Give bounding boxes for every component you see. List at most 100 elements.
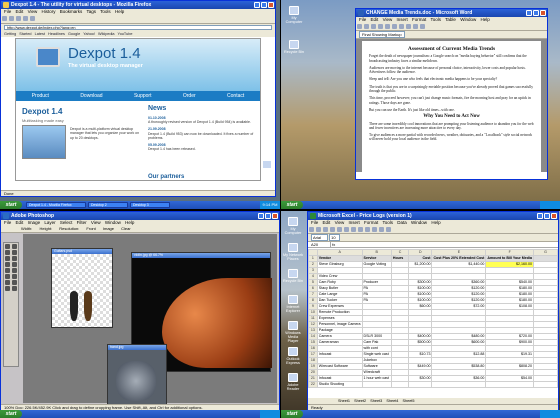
menu-item-file[interactable]: File (311, 220, 318, 225)
menu-item-format[interactable]: Format (412, 17, 426, 22)
sheet-tab[interactable]: Sheet5 (402, 399, 414, 403)
site-nav-support[interactable]: Support (134, 93, 152, 99)
move-tool-icon[interactable] (5, 244, 10, 249)
excel-titlebar[interactable]: Microsoft Excel - Price Logs (version 1) (308, 212, 558, 220)
desktop-icon[interactable]: My Network Places (282, 243, 304, 261)
menu-item-history[interactable]: History (42, 9, 56, 14)
menu-item-image[interactable]: Image (28, 220, 41, 225)
start-button[interactable]: start (281, 410, 303, 418)
maximize-button[interactable] (544, 213, 550, 219)
menu-item-view[interactable]: View (91, 220, 101, 225)
menu-item-view[interactable]: View (383, 17, 393, 22)
site-nav-order[interactable]: Order (183, 93, 196, 99)
desktop-icon[interactable]: Internet Explorer (282, 295, 304, 313)
menu-item-window[interactable]: Window (411, 220, 427, 225)
sheet-tab[interactable]: Sheet2 (354, 399, 366, 403)
type-tool-icon[interactable] (5, 280, 10, 285)
shape-tool-icon[interactable] (12, 280, 17, 285)
menu-item-filter[interactable]: Filter (77, 220, 87, 225)
document-tab[interactable]: hand.jpg (108, 345, 166, 350)
name-box[interactable]: A20 (311, 242, 331, 248)
menu-item-layer[interactable]: Layer (44, 220, 55, 225)
menu-item-select[interactable]: Select (60, 220, 73, 225)
magic-wand-icon[interactable] (12, 250, 17, 255)
menu-item-table[interactable]: Table (445, 17, 456, 22)
close-button[interactable] (268, 2, 274, 8)
dodge-tool-icon[interactable] (5, 274, 10, 279)
sheet-tab[interactable]: Sheet4 (386, 399, 398, 403)
menu-item-edit[interactable]: Edit (323, 220, 331, 225)
bookmark-link[interactable]: YouTube (118, 32, 133, 36)
cell[interactable]: Studio Shooting (316, 381, 363, 388)
menu-item-data[interactable]: Data (397, 220, 407, 225)
menu-item-edit[interactable]: Edit (371, 17, 379, 22)
cell[interactable]: Amount to Bill Your Media (485, 255, 534, 262)
pen-tool-icon[interactable] (12, 274, 17, 279)
close-button[interactable] (272, 213, 278, 219)
menu-item-tools[interactable]: Tools (382, 220, 393, 225)
photoshop-titlebar[interactable]: Adobe Photoshop (1, 212, 279, 220)
option-item[interactable]: Front Image (86, 226, 114, 231)
taskbar-button-desktop-2[interactable]: Desktop 2 (88, 202, 128, 208)
start-button[interactable]: start (281, 201, 303, 209)
bookmark-link[interactable]: Latest Headlines (35, 32, 65, 36)
font-size-select[interactable]: 10 (329, 234, 340, 241)
browser-titlebar[interactable]: Dexpot 1.4 - The utility for virtual des… (1, 1, 275, 9)
stop-icon[interactable] (23, 16, 28, 21)
menu-item-tools[interactable]: Tools (430, 17, 441, 22)
menu-item-tools[interactable]: Tools (100, 9, 111, 14)
start-button[interactable]: start (0, 410, 22, 418)
bookmark-link[interactable]: Getting Started (4, 32, 32, 36)
spreadsheet-grid[interactable]: A B C D E F G 1 Vendor Service Hours Cost Cost Plus … (308, 249, 559, 388)
menu-item-tags[interactable]: Tags (86, 9, 96, 14)
gradient-tool-icon[interactable] (12, 268, 17, 273)
row-header[interactable]: 22 (308, 381, 318, 388)
option-item[interactable]: Width: (21, 226, 32, 231)
brush-tool-icon[interactable] (5, 262, 10, 267)
menu-item-file[interactable]: File (4, 9, 11, 14)
document-hand[interactable]: hand.jpg (107, 344, 167, 406)
display-for-review-select[interactable]: Final Showing Markup (359, 31, 405, 38)
stamp-tool-icon[interactable] (12, 262, 17, 267)
desktop-icon[interactable]: My Computer (282, 217, 304, 235)
back-icon[interactable] (2, 16, 7, 21)
start-button[interactable]: start (0, 201, 22, 209)
menu-item-window[interactable]: Window (460, 17, 476, 22)
minimize-button[interactable] (258, 213, 264, 219)
menu-item-bookmarks[interactable]: Bookmarks (60, 9, 83, 14)
minimize-button[interactable] (537, 213, 543, 219)
cell[interactable] (431, 381, 487, 388)
menu-item-window[interactable]: Window (105, 220, 121, 225)
menu-item-file[interactable]: File (4, 220, 11, 225)
desktop-icon-recycle-bin[interactable]: Recycle Bin (283, 40, 305, 54)
bookmark-link[interactable]: Wikipedia (98, 32, 114, 36)
close-button[interactable] (551, 213, 557, 219)
cell[interactable] (532, 381, 559, 388)
maximize-button[interactable] (533, 10, 539, 16)
cell[interactable]: Personnel, image Camera (316, 321, 363, 328)
bookmark-link[interactable]: Yahoo! (83, 32, 95, 36)
option-item[interactable]: Clear (121, 226, 131, 231)
menu-item-view[interactable]: View (335, 220, 345, 225)
menu-item-help[interactable]: Help (431, 220, 440, 225)
cell[interactable]: 1 hour web cast (361, 375, 392, 382)
cell[interactable] (485, 381, 534, 388)
font-select[interactable]: Arial (311, 234, 329, 241)
desktop-icon[interactable]: Adobe Reader (282, 373, 304, 391)
menu-item-file[interactable]: File (359, 17, 366, 22)
taskbar-button-desktop-3[interactable]: Desktop 3 (130, 202, 170, 208)
crop-tool-icon[interactable] (5, 256, 10, 261)
maximize-button[interactable] (265, 213, 271, 219)
forward-icon[interactable] (9, 16, 14, 21)
eraser-tool-icon[interactable] (5, 268, 10, 273)
cell[interactable] (361, 381, 392, 388)
site-nav-download[interactable]: Download (80, 93, 102, 99)
menu-item-help[interactable]: Help (115, 9, 124, 14)
maximize-button[interactable] (261, 2, 267, 8)
bookmark-link[interactable]: Google (68, 32, 80, 36)
menu-item-insert[interactable]: Insert (349, 220, 360, 225)
menu-item-help[interactable]: Help (125, 220, 134, 225)
zoom-tool-icon[interactable] (12, 286, 17, 291)
sheet-tab[interactable]: Sheet1 (338, 399, 350, 403)
document-guitars[interactable]: Guitars.psd (51, 248, 113, 328)
